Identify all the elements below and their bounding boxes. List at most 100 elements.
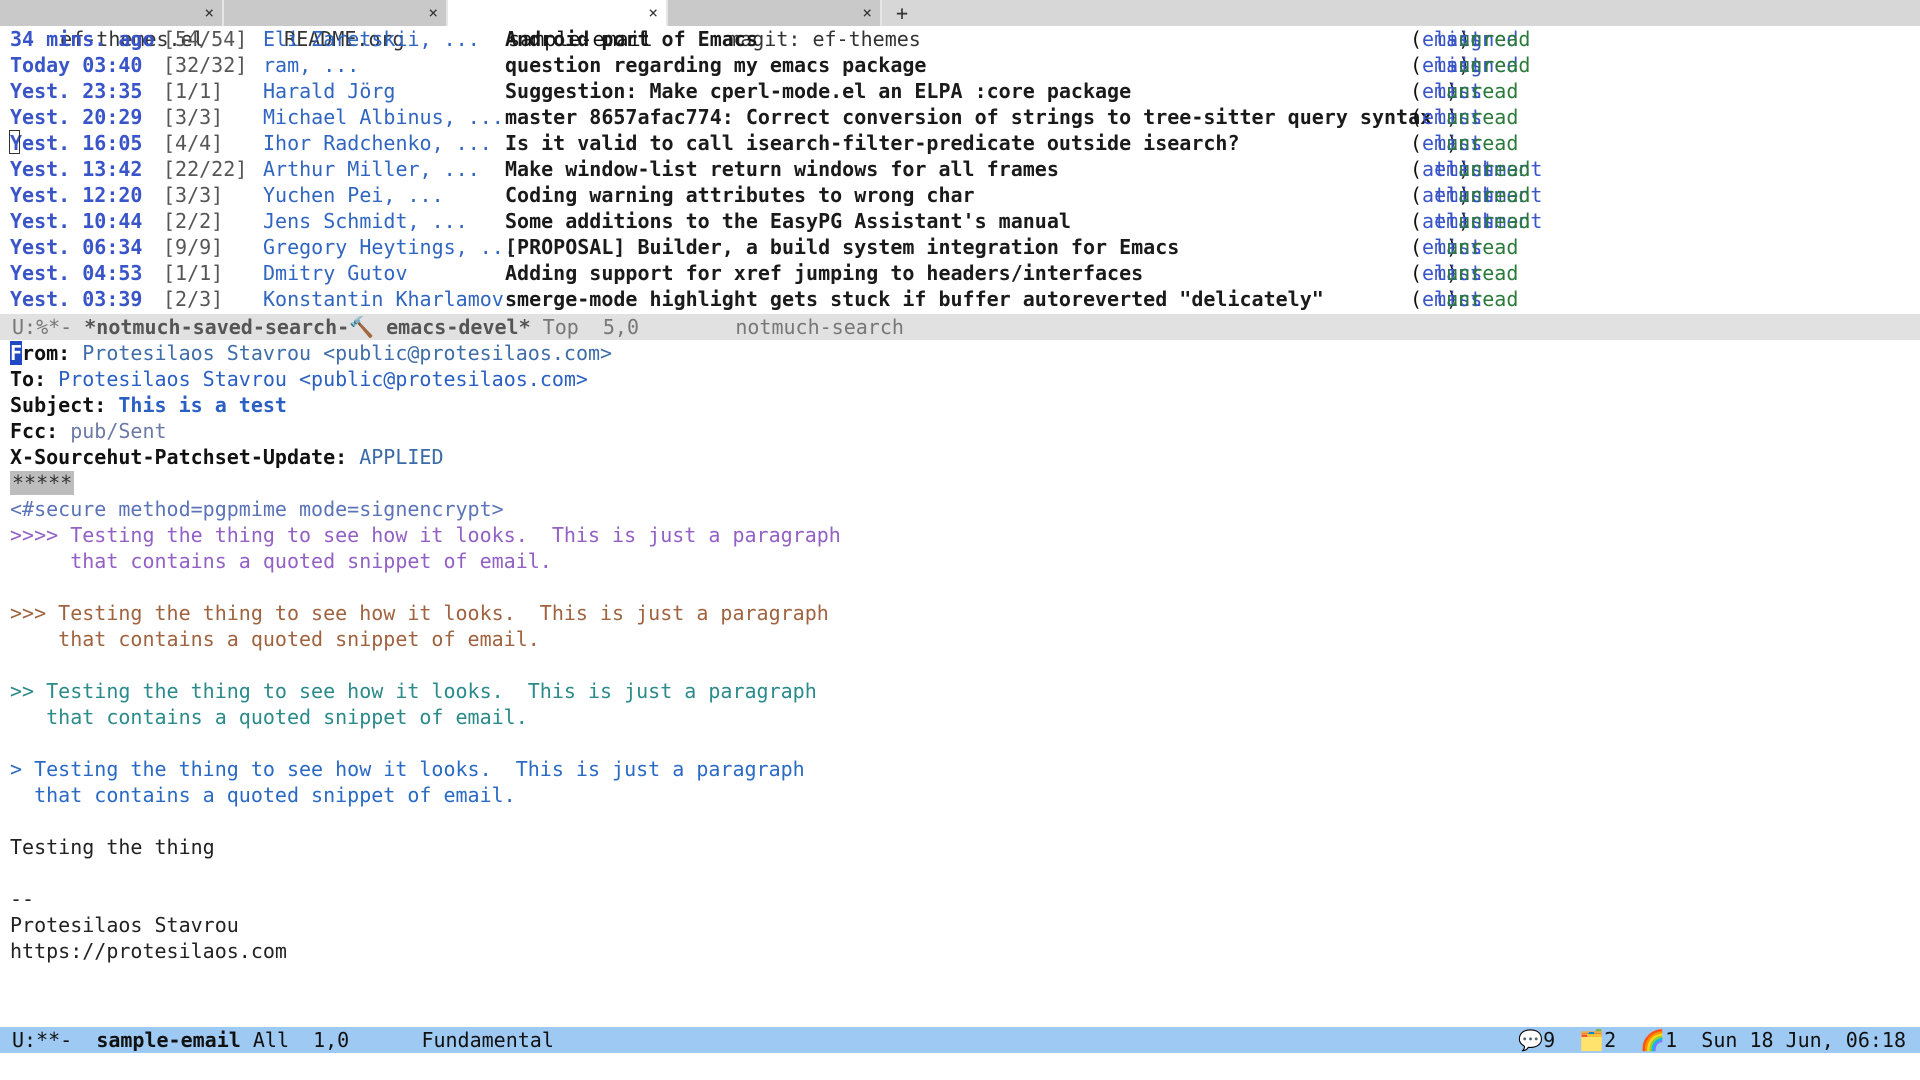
close-icon[interactable]: × — [862, 0, 872, 26]
search-result-row[interactable]: Yest. 10:44 [2/2] Jens Schmidt, ... Some ad… — [10, 208, 1920, 234]
result-date: Yest. 13:42 — [10, 157, 143, 181]
tab-sample-email[interactable]: sample-email × — [448, 0, 668, 51]
result-subject: Android port of Emacs — [505, 27, 758, 51]
email-buffer[interactable]: From: Protesilaos Stavrou <public@protes… — [0, 340, 1920, 964]
result-subject: smerge-mode highlight gets stuck if buff… — [505, 287, 1324, 311]
result-count: [3/3] — [163, 183, 224, 207]
search-result-row[interactable]: Yest. 12:20 [3/3] Yuchen Pei, ... Coding wa… — [10, 182, 1920, 208]
mode-line-status: 💬9 🗂️2 🌈1 Sun 18 Jun, 06:18 — [1518, 1027, 1906, 1053]
mml-secure-tag: <#secure method=pgpmime mode=signencrypt… — [10, 497, 504, 521]
result-authors: Eli Zaretskii, ... — [263, 27, 480, 51]
result-authors: Ihor Radchenko, ... — [263, 131, 492, 155]
tag-unread: unread — [1446, 131, 1519, 155]
fcc-value[interactable]: pub/Sent — [70, 419, 166, 443]
result-authors: Michael Albinus, ... — [263, 105, 504, 129]
search-result-row[interactable]: Yest. 04:53 [1/1] Dmitry Gutov Adding suppo… — [10, 260, 1920, 286]
search-result-row[interactable]: Yest. 23:35 [1/1] Harald Jörg Suggestion: M… — [10, 78, 1920, 104]
buffer-state: U:%*- — [12, 315, 73, 339]
result-subject: Coding warning attributes to wrong char — [505, 183, 975, 207]
tag-unread: unread — [1458, 209, 1531, 233]
quote-level-4: >>>> Testing the thing to see how it loo… — [10, 523, 841, 547]
tab-readme[interactable]: README.org × — [224, 0, 448, 51]
result-subject: Is it valid to call isearch-filter-predi… — [505, 131, 1240, 155]
search-result-row[interactable]: Today 03:40 [32/32] ram, ... question regar… — [10, 52, 1920, 78]
buffer-name: sample-email — [96, 1028, 241, 1052]
rainbow-icon: 🌈 — [1640, 1028, 1666, 1052]
result-date: Yest. 10:44 — [10, 209, 143, 233]
result-count: [3/3] — [163, 105, 224, 129]
quote-level-4: that contains a quoted snippet of email. — [10, 549, 552, 573]
result-subject: question regarding my emacs package — [505, 53, 927, 77]
result-subject: Suggestion: Make cperl-mode.el an ELPA :… — [505, 79, 1132, 103]
result-count: [2/3] — [163, 287, 224, 311]
from-value[interactable]: Protesilaos Stavrou <public@protesilaos.… — [82, 341, 612, 365]
x-sourcehut-value[interactable]: APPLIED — [359, 445, 443, 469]
tag-unread: unread — [1458, 157, 1531, 181]
result-count: [32/32] — [163, 53, 248, 77]
search-result-row[interactable]: Yest. 16:05 [4/4] Ihor Radchenko, ... Is it… — [9, 130, 1920, 156]
new-tab-button[interactable]: + — [882, 0, 908, 26]
header-subject: Subject: This is a test — [10, 392, 1920, 418]
search-result-row[interactable]: Yest. 20:29 [3/3] Michael Albinus, ... mast… — [10, 104, 1920, 130]
result-subject: Make window-list return windows for all … — [505, 157, 1059, 181]
buffer-position: All 1,0 — [252, 1028, 350, 1052]
tag-unread: unread — [1446, 235, 1519, 259]
result-count: [54/54] — [163, 27, 248, 51]
result-date: Yest. 06:34 — [10, 235, 143, 259]
notmuch-search-results: 34 mins. ago [54/54] Eli Zaretskii, ... And… — [0, 26, 1920, 312]
search-result-row[interactable]: Yest. 03:39 [2/3] Konstantin Kharlamov smer… — [10, 286, 1920, 312]
major-mode: Fundamental — [421, 1028, 554, 1052]
result-authors: Konstantin Kharlamov — [263, 287, 504, 311]
chat-count: 9 — [1543, 1028, 1556, 1052]
header-x-sourcehut: X-Sourcehut-Patchset-Update: APPLIED — [10, 444, 1920, 470]
hollow-cursor — [9, 130, 20, 154]
result-count: [1/1] — [163, 261, 224, 285]
header-separator: ***** — [10, 470, 1920, 496]
result-authors: Jens Schmidt, ... — [263, 209, 468, 233]
result-tags: (emacs list unread) — [1410, 79, 1519, 103]
result-date: Yest. 23:35 — [10, 79, 143, 103]
result-count: [4/4] — [163, 131, 224, 155]
subject-value[interactable]: This is a test — [118, 393, 287, 417]
result-authors: Harald Jörg — [263, 79, 396, 103]
result-date: Yest. 04:53 — [10, 261, 143, 285]
tag-unread: unread — [1446, 105, 1519, 129]
date-time: Sun 18 Jun, 06:18 — [1701, 1028, 1906, 1052]
tag-unread: unread — [1446, 287, 1519, 311]
result-authors: Gregory Heytings, ... — [263, 235, 516, 259]
tab-magit[interactable]: magit: ef-themes × — [668, 0, 921, 51]
result-count: [9/9] — [163, 235, 224, 259]
result-tags: (emacs list unread) — [1410, 261, 1519, 285]
close-icon[interactable]: × — [204, 0, 214, 26]
tag-unread: unread — [1458, 183, 1531, 207]
point-cursor: F — [10, 341, 23, 365]
from-key: From: — [10, 341, 71, 365]
header-fcc: Fcc: pub/Sent — [10, 418, 1920, 444]
signature-url[interactable]: https://protesilaos.com — [10, 938, 1920, 964]
result-tags: (emacs list unread) — [1410, 131, 1519, 155]
result-tags: (emacs list unread) — [1410, 105, 1519, 129]
quote-level-2: >> Testing the thing to see how it looks… — [10, 679, 817, 703]
folder-icon: 🗂️ — [1579, 1028, 1605, 1052]
buffer-name: *notmuch-saved-search- — [84, 315, 350, 339]
result-count: [1/1] — [163, 79, 224, 103]
result-date: Today 03:40 — [10, 53, 143, 77]
search-result-row[interactable]: 34 mins. ago [54/54] Eli Zaretskii, ... And… — [10, 26, 1920, 52]
close-icon[interactable]: × — [428, 0, 438, 26]
tag-unread: unread — [1458, 53, 1531, 77]
search-result-row[interactable]: Yest. 06:34 [9/9] Gregory Heytings, ... [PR… — [10, 234, 1920, 260]
quote-level-1: > Testing the thing to see how it looks.… — [10, 757, 805, 781]
result-authors: Dmitry Gutov — [263, 261, 408, 285]
result-subject: Adding support for xref jumping to heade… — [505, 261, 1144, 285]
search-result-row[interactable]: Yest. 13:42 [22/22] Arthur Miller, ... Make… — [10, 156, 1920, 182]
tag-unread: unread — [1446, 79, 1519, 103]
result-tags: (attachment emacs list unread) — [1410, 209, 1543, 233]
to-value[interactable]: Protesilaos Stavrou <public@protesilaos.… — [58, 367, 588, 391]
tab-ef-themes[interactable]: ef-themes.el × — [0, 0, 224, 51]
close-icon[interactable]: × — [648, 0, 658, 26]
result-count: [2/2] — [163, 209, 224, 233]
